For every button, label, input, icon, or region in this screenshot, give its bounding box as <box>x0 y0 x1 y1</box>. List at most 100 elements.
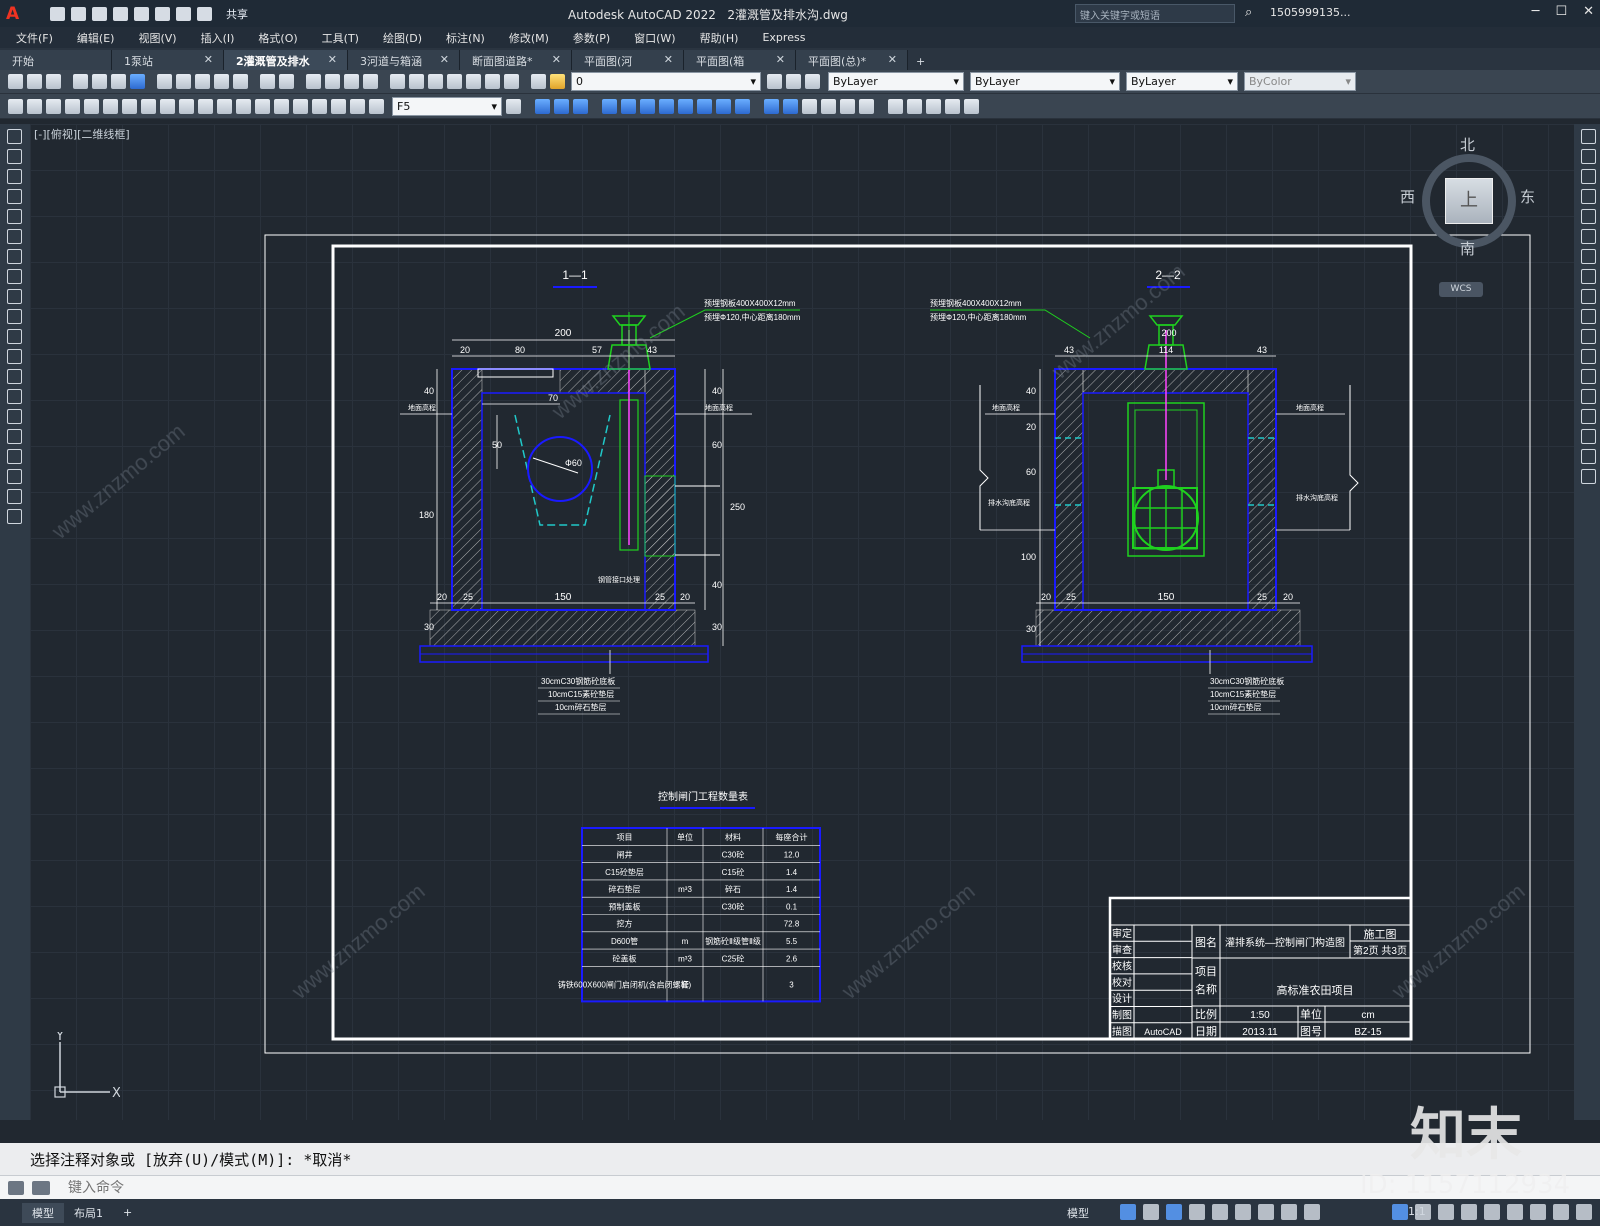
tab-model[interactable]: 模型 <box>22 1202 64 1223</box>
ellipse-icon[interactable] <box>7 309 22 324</box>
center-mark-icon[interactable] <box>274 98 289 114</box>
stretch-icon[interactable] <box>1581 289 1596 304</box>
quick-dimension-icon[interactable] <box>160 98 175 114</box>
viewcube-face[interactable]: 上 <box>1445 178 1493 224</box>
web-save-icon[interactable] <box>134 6 149 21</box>
new-tab-button[interactable]: + <box>908 53 933 70</box>
make-block-icon[interactable] <box>7 369 22 384</box>
plotstyle-dropdown[interactable]: ByColor ▾ <box>1244 72 1356 91</box>
ortho-icon[interactable] <box>1166 1204 1182 1220</box>
blend-curves-icon[interactable] <box>1581 449 1596 464</box>
open-icon[interactable] <box>27 74 42 89</box>
tab-pump-station[interactable]: 1泵站 ✕ <box>112 50 224 70</box>
undo-icon[interactable] <box>260 74 275 89</box>
join-icon[interactable] <box>1581 389 1596 404</box>
break-at-point-icon[interactable] <box>1581 349 1596 364</box>
ucs-face-icon[interactable] <box>659 98 674 114</box>
plot-icon[interactable] <box>73 74 88 89</box>
polyline-icon[interactable] <box>7 169 22 184</box>
new-icon[interactable] <box>50 6 65 21</box>
tab-plan-culvert[interactable]: 平面图(箱涵)*✕ <box>684 50 796 84</box>
tab-plan-river[interactable]: 平面图(河道)*✕ <box>572 50 684 84</box>
realistic-icon[interactable] <box>821 98 836 114</box>
viewcube[interactable]: 上 北 南 西 东 WCS <box>1400 134 1535 304</box>
menu-parametric[interactable]: 参数(P) <box>573 30 610 46</box>
properties-icon[interactable] <box>390 74 405 89</box>
angular-icon[interactable] <box>141 98 156 114</box>
tab-irrigation[interactable]: 2灌溉管及排水沟*✕ <box>224 50 348 84</box>
wcs-menu[interactable]: WCS <box>1439 282 1483 297</box>
insert-block-icon[interactable] <box>7 349 22 364</box>
ucs-icon[interactable] <box>602 98 617 114</box>
erase-icon[interactable] <box>1581 129 1596 144</box>
menu-tools[interactable]: 工具(T) <box>322 30 359 46</box>
match-properties-icon[interactable] <box>214 74 229 89</box>
visual-style-icon[interactable] <box>764 98 779 114</box>
compass-south[interactable]: 南 <box>1460 238 1475 259</box>
modeling-wedge-icon[interactable] <box>554 98 569 114</box>
autocad-logo[interactable]: A <box>6 4 30 24</box>
multiline-text-icon[interactable] <box>7 489 22 504</box>
model-space-button[interactable]: 模型 <box>1067 1205 1089 1221</box>
linear-dimension-icon[interactable] <box>8 98 23 114</box>
dimension-text-edit-icon[interactable] <box>350 98 365 114</box>
lineweight-dropdown[interactable]: ByLayer ▾ <box>1126 72 1238 91</box>
tab-plan-total[interactable]: 平面图(总)* ✕ <box>796 50 908 70</box>
polygon-icon[interactable] <box>7 189 22 204</box>
tab-road-section[interactable]: 断面图道路* ✕ <box>460 50 572 70</box>
point-icon[interactable] <box>7 389 22 404</box>
object-snap-icon[interactable] <box>1258 1204 1274 1220</box>
ucs-zaxis-icon[interactable] <box>735 98 750 114</box>
plot-icon[interactable] <box>155 6 170 21</box>
auto-scale-icon[interactable] <box>1415 1204 1431 1220</box>
jogged-icon[interactable] <box>103 98 118 114</box>
trim-icon[interactable] <box>1581 309 1596 324</box>
redo-icon[interactable] <box>197 6 212 21</box>
copy-object-icon[interactable] <box>1581 149 1596 164</box>
compass-north[interactable]: 北 <box>1460 134 1475 155</box>
menu-modify[interactable]: 修改(M) <box>509 30 549 46</box>
ordinate-icon[interactable] <box>65 98 80 114</box>
menu-view[interactable]: 视图(V) <box>138 30 176 46</box>
copy-icon[interactable] <box>176 74 191 89</box>
sheet-set-icon[interactable] <box>447 74 462 89</box>
menu-insert[interactable]: 插入(I) <box>201 30 235 46</box>
modeling-cone-icon[interactable] <box>573 98 588 114</box>
hatch-icon[interactable] <box>7 409 22 424</box>
tolerance-icon[interactable] <box>255 98 270 114</box>
ucs-world-icon[interactable] <box>621 98 636 114</box>
add-selected-icon[interactable] <box>7 509 22 524</box>
make-current-layer-icon[interactable] <box>767 74 782 89</box>
3d-print-icon[interactable] <box>130 74 145 89</box>
menu-edit[interactable]: 编辑(E) <box>77 30 115 46</box>
gradient-icon[interactable] <box>7 429 22 444</box>
radius-icon[interactable] <box>84 98 99 114</box>
layer-dropdown[interactable]: 0 ▾ <box>571 72 761 91</box>
dimension-style-icon[interactable] <box>506 98 521 114</box>
isolate-objects-icon[interactable] <box>1530 1204 1546 1220</box>
transparency-icon[interactable] <box>1304 1204 1320 1220</box>
compass-west[interactable]: 西 <box>1400 186 1415 207</box>
cut-icon[interactable] <box>157 74 172 89</box>
region-icon[interactable] <box>7 449 22 464</box>
shaded-icon[interactable] <box>783 98 798 114</box>
scale-icon[interactable] <box>1581 269 1596 284</box>
customization-icon[interactable] <box>1576 1204 1592 1220</box>
close-icon[interactable]: ✕ <box>328 53 337 70</box>
ellipse-arc-icon[interactable] <box>7 329 22 344</box>
table-icon[interactable] <box>7 469 22 484</box>
conceptual-icon[interactable] <box>840 98 855 114</box>
undo-icon[interactable] <box>176 6 191 21</box>
menu-window[interactable]: 窗口(W) <box>634 30 675 46</box>
menu-dimension[interactable]: 标注(N) <box>446 30 485 46</box>
units-icon[interactable] <box>1484 1204 1500 1220</box>
mirror-icon[interactable] <box>1581 169 1596 184</box>
ucs-origin-icon[interactable] <box>716 98 731 114</box>
continue-icon[interactable] <box>198 98 213 114</box>
close-icon[interactable]: ✕ <box>440 53 449 70</box>
orbit-icon[interactable] <box>888 98 903 114</box>
open-icon[interactable] <box>71 6 86 21</box>
zoom-window-icon[interactable] <box>344 74 359 89</box>
save-as-icon[interactable] <box>113 6 128 21</box>
compass-east[interactable]: 东 <box>1520 186 1535 207</box>
